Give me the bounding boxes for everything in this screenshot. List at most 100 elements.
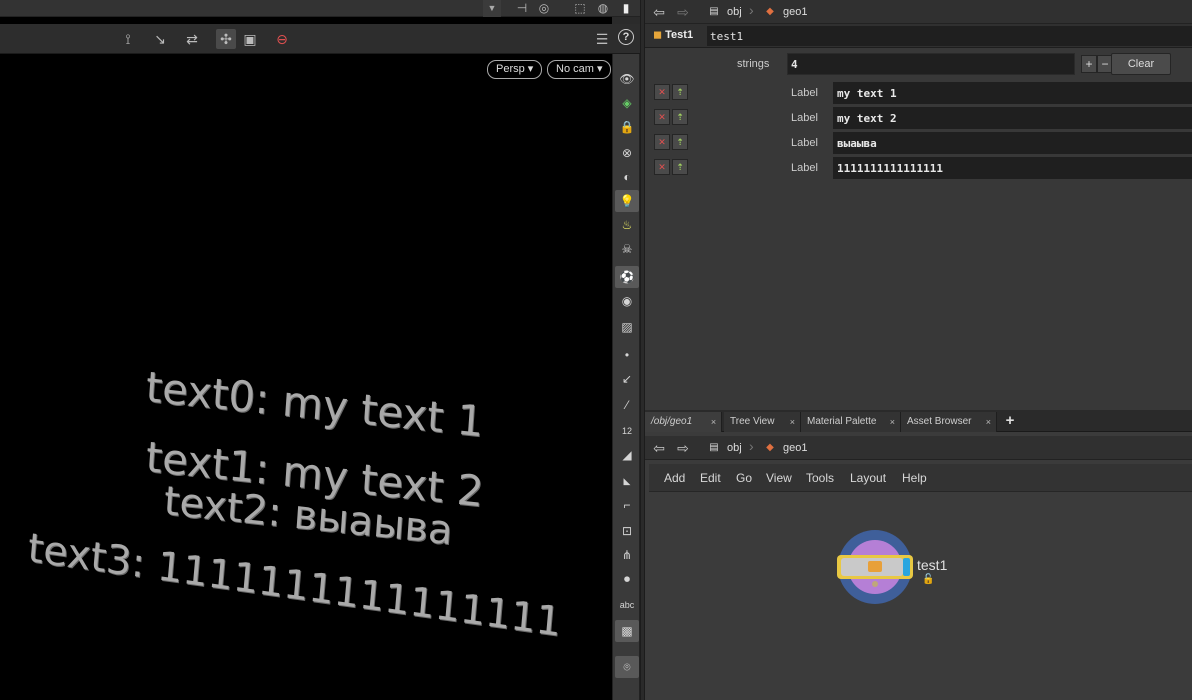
clear-button[interactable]: Clear — [1111, 53, 1171, 75]
skull-icon[interactable]: ☠ — [615, 238, 639, 260]
pane-tabs: /obj/geo1 × Tree View × Material Palette × … — [645, 410, 1192, 432]
strings-row: strings + − Clear — [645, 52, 1192, 76]
light-icon[interactable]: 💡 — [615, 190, 639, 212]
visibility-icon[interactable]: 👁 — [615, 68, 639, 90]
template-icon[interactable]: ◈ — [615, 92, 639, 114]
text-field[interactable] — [833, 132, 1192, 154]
tab-tree-view[interactable]: Tree View × — [724, 412, 801, 432]
branch-icon[interactable]: ⋔ — [615, 544, 639, 566]
back-arrow-icon[interactable]: ⇦ — [649, 439, 669, 457]
insert-row-icon[interactable]: ⇡ — [672, 159, 688, 175]
tab-material-palette[interactable]: Material Palette × — [801, 412, 901, 432]
pin-icon[interactable]: ⊣ — [512, 0, 532, 17]
add-tab-button[interactable]: + — [1001, 412, 1019, 432]
view-cam-icon[interactable]: ▣ — [240, 29, 260, 49]
insert-row-icon[interactable]: ⇡ — [672, 84, 688, 100]
menu-tools[interactable]: Tools — [806, 471, 834, 485]
node-type-icon: ◼ — [653, 29, 663, 41]
viewport-3d-text: text0: my text 1 text1: my text 2 text2:… — [0, 80, 612, 700]
camera-menu[interactable]: No cam ▾ — [547, 60, 612, 79]
remove-row-icon[interactable]: ✕ — [654, 109, 670, 125]
remove-row-icon[interactable]: ✕ — [654, 134, 670, 150]
help-icon[interactable]: ? — [618, 29, 634, 45]
forward-arrow-icon[interactable]: ⇨ — [673, 439, 693, 457]
edge-icon[interactable]: ⌐ — [615, 494, 639, 516]
background-image-icon[interactable]: ▩ — [615, 620, 639, 642]
text-field[interactable] — [833, 157, 1192, 179]
geo-icon: ◆ — [766, 442, 774, 453]
viewport-shelf: 👁 ◈ 🔒 ⊗ ◐ 💡 ♨ ☠ ⚽ ◉ ▨ • ↙ ⁄ 12 ◢ ◣ ⌐ ⊡ ⋔… — [612, 54, 640, 700]
add-instance-button[interactable]: + — [1081, 55, 1097, 73]
target-icon[interactable]: ◎ — [534, 0, 554, 17]
obj-folder-icon: ▤ — [709, 6, 719, 17]
close-icon[interactable]: × — [890, 412, 895, 432]
text-field[interactable] — [833, 82, 1192, 104]
back-arrow-icon[interactable]: ⇦ — [649, 3, 669, 21]
paint-icon[interactable]: ▨ — [615, 316, 639, 338]
remove-row-icon[interactable]: ✕ — [654, 159, 670, 175]
select-tool-icon[interactable]: ⟟ — [118, 29, 138, 49]
prim-icon[interactable]: ◢ — [615, 444, 639, 466]
shade-icon[interactable]: ◐ — [615, 166, 639, 188]
headlight-icon[interactable]: ♨ — [615, 214, 639, 236]
normal-icon[interactable]: ↙ — [615, 368, 639, 390]
network-canvas[interactable]: test1 🔓 — [649, 492, 1192, 700]
point-numbers-icon[interactable]: 12 — [615, 420, 639, 442]
viewport-toolbar: ⟟ ↘ ⇄ ✣ ▣ ⊖ ☰ ? — [0, 24, 640, 54]
menu-view[interactable]: View — [766, 471, 792, 485]
ghost-icon[interactable]: ⊗ — [615, 142, 639, 164]
insert-row-icon[interactable]: ⇡ — [672, 134, 688, 150]
close-icon[interactable]: × — [790, 412, 795, 432]
node-type-label: ◼ Test1 — [653, 29, 694, 41]
text-labels-icon[interactable]: abc — [615, 594, 639, 616]
insert-row-icon[interactable]: ⇡ — [672, 109, 688, 125]
node-test1[interactable] — [835, 527, 915, 607]
bounding-box-icon[interactable]: ⊡ — [615, 520, 639, 542]
viewport-dropdown-icon[interactable]: ▼ — [483, 0, 501, 17]
close-icon[interactable]: × — [711, 412, 716, 432]
panel-icon[interactable]: ▮ — [616, 0, 636, 17]
menu-help[interactable]: Help — [902, 471, 927, 485]
network-menu-bar: Add Edit Go View Tools Layout Help — [649, 464, 1192, 492]
remove-row-icon[interactable]: ✕ — [654, 84, 670, 100]
menu-go[interactable]: Go — [736, 471, 752, 485]
lock-shelf-icon[interactable]: 🔒 — [615, 116, 639, 138]
forward-arrow-icon[interactable]: ⇨ — [673, 3, 693, 21]
handle-tool-icon[interactable]: ⇄ — [182, 29, 202, 49]
cube-icon[interactable]: ⬚ — [570, 0, 590, 17]
display-options-icon[interactable]: ☰ — [592, 29, 612, 49]
location-pin-icon[interactable]: ⌾ — [615, 656, 639, 678]
text-field[interactable] — [833, 107, 1192, 129]
path-crumb-geo1[interactable]: ◆ geo1 — [759, 439, 807, 457]
path-crumb-geo1[interactable]: ◆ geo1 — [759, 3, 807, 21]
close-icon[interactable]: × — [986, 412, 991, 432]
path-crumb-obj[interactable]: ▤ obj — [703, 3, 741, 21]
node-type-icon — [868, 561, 882, 572]
display-ball-icon[interactable]: ⚽ — [615, 266, 639, 288]
globe-icon[interactable]: ◍ — [593, 0, 613, 17]
tab-asset-browser[interactable]: Asset Browser × — [901, 412, 997, 432]
node-output-connector[interactable] — [872, 581, 878, 587]
menu-layout[interactable]: Layout — [850, 471, 886, 485]
menu-edit[interactable]: Edit — [700, 471, 721, 485]
node-display-flag[interactable] — [903, 558, 910, 576]
snap-icon[interactable]: ✣ — [216, 29, 236, 49]
perspective-menu[interactable]: Persp ▾ — [487, 60, 543, 79]
move-tool-icon[interactable]: ↘ — [150, 29, 170, 49]
node-name-field[interactable] — [707, 26, 1192, 46]
tab-obj-geo1[interactable]: /obj/geo1 × — [645, 412, 722, 432]
eye-shape-icon[interactable]: ◉ — [615, 290, 639, 312]
text-line-0: text0: my text 1 — [144, 362, 486, 447]
path-crumb-obj[interactable]: ▤ obj — [703, 439, 741, 457]
prim-numbers-icon[interactable]: ◣ — [615, 470, 639, 492]
record-icon[interactable]: ⏺ — [615, 568, 639, 590]
node-header: ◼ Test1 — [645, 24, 1192, 48]
node-name-label[interactable]: test1 — [917, 557, 947, 573]
strings-label: strings — [737, 58, 770, 70]
scene-viewport[interactable]: text0: my text 1 text1: my text 2 text2:… — [0, 0, 612, 700]
menu-add[interactable]: Add — [664, 471, 685, 485]
no-entry-icon[interactable]: ⊖ — [272, 29, 292, 49]
line-icon[interactable]: ⁄ — [615, 394, 639, 416]
point-icon[interactable]: • — [615, 344, 639, 366]
strings-count-field[interactable] — [787, 53, 1075, 75]
